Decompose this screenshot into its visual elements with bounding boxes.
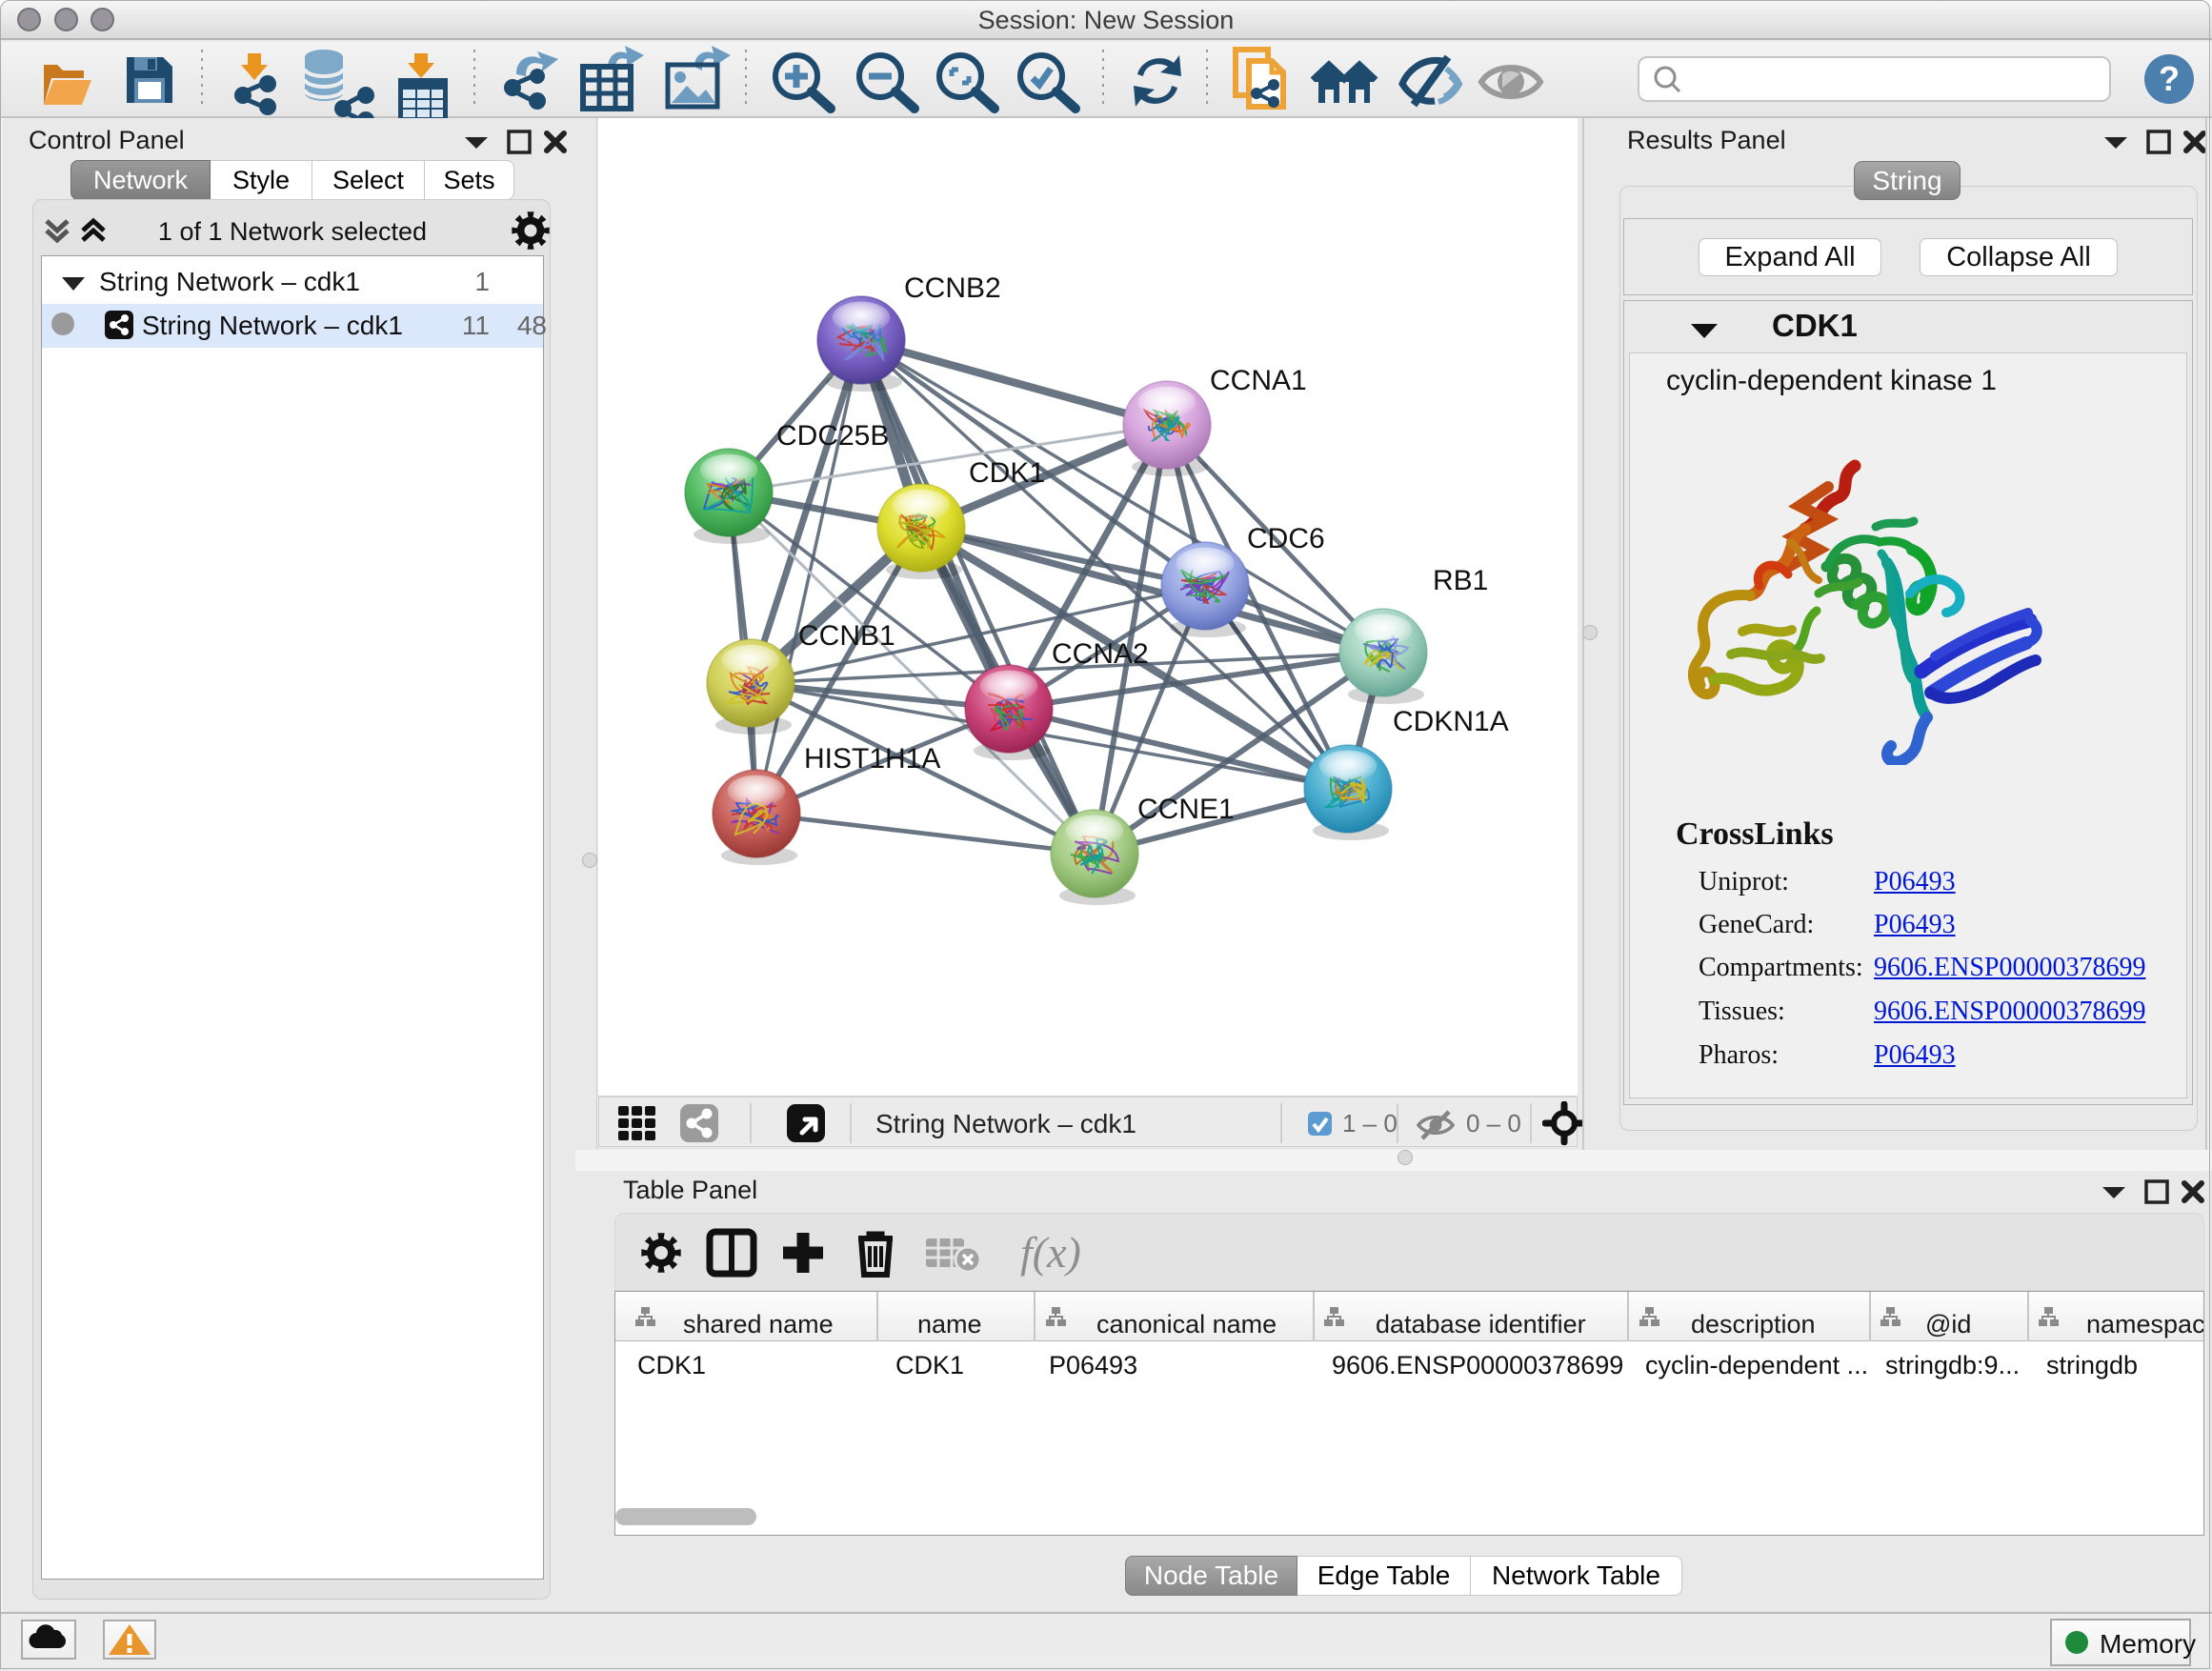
svg-text:CCNA1: CCNA1 [1210,365,1307,396]
svg-text:HIST1H1A: HIST1H1A [804,743,940,775]
svg-text:cyclin-dependent ...: cyclin-dependent ... [1645,1351,1868,1379]
svg-text:9606.ENSP00000378699: 9606.ENSP00000378699 [1332,1351,1623,1379]
svg-text:@id: @id [1925,1310,1971,1339]
svg-text:canonical name: canonical name [1096,1310,1277,1339]
svg-text:description: description [1691,1310,1816,1339]
svg-text:CDK1: CDK1 [895,1351,964,1379]
svg-text:stringdb:9...: stringdb:9... [1885,1351,2020,1379]
svg-text:CCNE1: CCNE1 [1137,794,1235,825]
svg-text:database identifier: database identifier [1376,1310,1586,1339]
svg-text:name: name [917,1310,982,1339]
svg-text:?: ? [2159,59,2180,98]
svg-text:CDC6: CDC6 [1247,523,1325,554]
svg-text:f(x): f(x) [1020,1228,1081,1277]
svg-text:CCNB2: CCNB2 [904,272,1001,304]
svg-text:P06493: P06493 [1049,1351,1137,1379]
svg-text:CCNA2: CCNA2 [1052,638,1149,670]
svg-text:String Network – cdk1: String Network – cdk1 [875,1109,1136,1138]
svg-text:shared name: shared name [683,1310,834,1339]
svg-text:1 – 0: 1 – 0 [1342,1109,1398,1137]
svg-text:RB1: RB1 [1433,565,1488,596]
svg-text:CDKN1A: CDKN1A [1393,706,1509,737]
svg-text:CCNB1: CCNB1 [798,620,895,652]
svg-text:stringdb: stringdb [2046,1351,2138,1379]
svg-text:CDK1: CDK1 [637,1351,706,1379]
svg-text:0 – 0: 0 – 0 [1466,1109,1521,1137]
svg-text:namespace: namespace [2086,1310,2203,1339]
svg-text:CDC25B: CDC25B [776,420,889,452]
svg-text:CDK1: CDK1 [969,457,1045,489]
